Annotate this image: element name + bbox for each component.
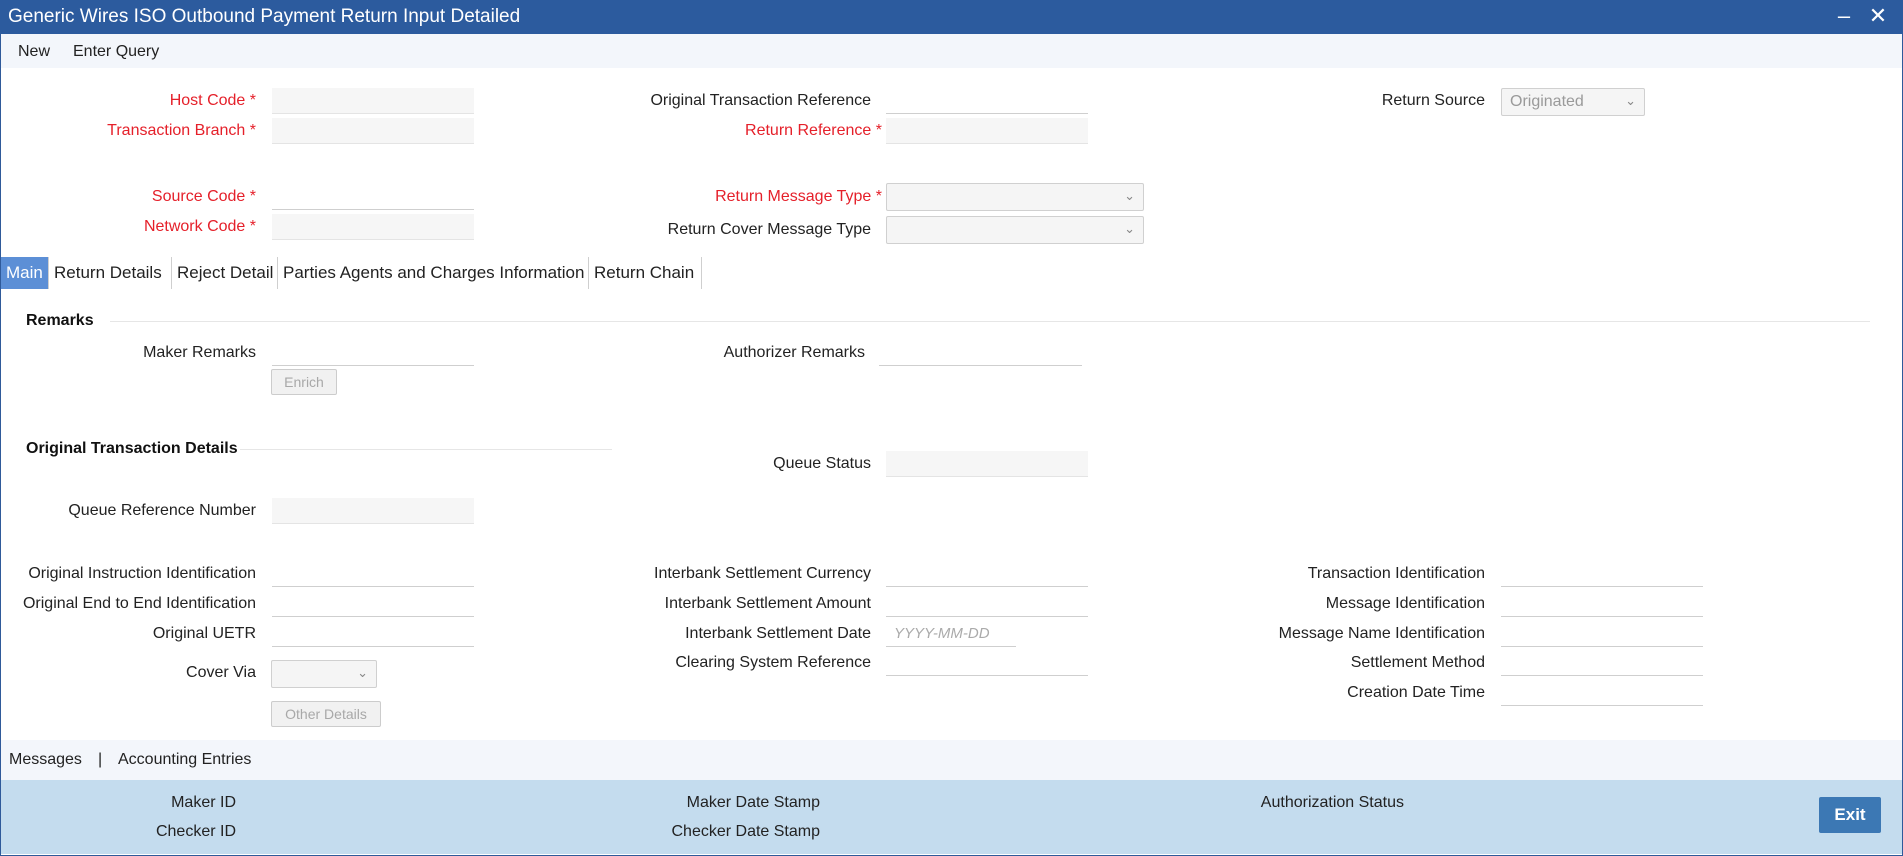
checker-id-label: Checker ID xyxy=(155,823,236,840)
checker-date-stamp-label: Checker Date Stamp xyxy=(671,823,820,840)
original-transaction-reference-label: Original Transaction Reference xyxy=(650,92,871,109)
chevron-down-icon: ⌄ xyxy=(1124,221,1135,236)
settlement-method-input[interactable] xyxy=(1501,650,1703,676)
title-bar: Generic Wires ISO Outbound Payment Retur… xyxy=(0,0,1903,34)
maker-remarks-label: Maker Remarks xyxy=(143,344,256,361)
clearing-system-reference-input[interactable] xyxy=(886,650,1088,676)
interbank-settlement-currency-label: Interbank Settlement Currency xyxy=(654,565,871,582)
authorization-status-label: Authorization Status xyxy=(1260,794,1404,811)
message-name-identification-label: Message Name Identification xyxy=(1278,625,1485,642)
chevron-down-icon: ⌄ xyxy=(357,665,368,680)
host-code-label: Host Code * xyxy=(169,92,256,109)
transaction-branch-label: Transaction Branch * xyxy=(107,122,256,139)
new-button[interactable]: New xyxy=(18,43,50,61)
clearing-system-reference-label: Clearing System Reference xyxy=(675,654,871,671)
link-separator: | xyxy=(98,751,103,768)
tab-main[interactable]: Main xyxy=(1,257,49,289)
creation-date-time-input[interactable] xyxy=(1501,680,1703,706)
queue-reference-number-label: Queue Reference Number xyxy=(68,502,256,519)
source-code-label: Source Code * xyxy=(151,188,256,205)
original-uetr-input[interactable] xyxy=(272,621,474,647)
host-code-input[interactable] xyxy=(272,88,474,114)
return-message-type-select[interactable]: ⌄ xyxy=(886,183,1144,211)
transaction-identification-label: Transaction Identification xyxy=(1307,565,1485,582)
interbank-settlement-amount-input[interactable] xyxy=(886,591,1088,617)
remarks-section-title: Remarks xyxy=(26,312,94,329)
window-title: Generic Wires ISO Outbound Payment Retur… xyxy=(8,6,521,27)
tab-return-details[interactable]: Return Details xyxy=(49,257,172,289)
original-transaction-details-title: Original Transaction Details xyxy=(26,440,238,457)
original-end-to-end-identification-label: Original End to End Identification xyxy=(22,595,256,612)
audit-footer: Maker ID Checker ID Maker Date Stamp Che… xyxy=(1,780,1902,854)
network-code-input[interactable] xyxy=(272,214,474,240)
chevron-down-icon: ⌄ xyxy=(1124,188,1135,203)
return-cover-message-type-select[interactable]: ⌄ xyxy=(886,216,1144,244)
queue-status-label: Queue Status xyxy=(773,455,871,472)
interbank-settlement-date-input[interactable]: YYYY-MM-DD xyxy=(886,621,1016,647)
interbank-settlement-amount-label: Interbank Settlement Amount xyxy=(664,595,871,612)
original-end-to-end-identification-input[interactable] xyxy=(272,591,474,617)
toolbar: New Enter Query xyxy=(1,34,1902,68)
settlement-method-label: Settlement Method xyxy=(1350,654,1485,671)
tab-return-chain[interactable]: Return Chain xyxy=(589,257,702,289)
section-divider xyxy=(240,449,612,450)
cover-via-select[interactable]: ⌄ xyxy=(271,660,377,688)
enrich-button[interactable]: Enrich xyxy=(271,369,337,395)
interbank-settlement-currency-input[interactable] xyxy=(886,561,1088,587)
authorizer-remarks-input[interactable] xyxy=(879,340,1082,366)
bottom-links-bar: Messages | Accounting Entries xyxy=(1,740,1902,780)
original-transaction-reference-input[interactable] xyxy=(886,88,1088,114)
return-source-select[interactable]: Originated ⌄ xyxy=(1501,88,1645,116)
source-code-input[interactable] xyxy=(272,184,474,210)
message-name-identification-input[interactable] xyxy=(1501,621,1703,647)
return-source-value: Originated xyxy=(1510,93,1584,110)
queue-status-input[interactable] xyxy=(886,451,1088,477)
message-identification-input[interactable] xyxy=(1501,591,1703,617)
other-details-button[interactable]: Other Details xyxy=(271,701,381,727)
maker-date-stamp-label: Maker Date Stamp xyxy=(686,794,820,811)
transaction-identification-input[interactable] xyxy=(1501,561,1703,587)
original-instruction-identification-input[interactable] xyxy=(272,561,474,587)
message-identification-label: Message Identification xyxy=(1325,595,1485,612)
maker-id-label: Maker ID xyxy=(171,794,236,811)
interbank-settlement-date-label: Interbank Settlement Date xyxy=(685,625,871,642)
return-reference-input[interactable] xyxy=(886,118,1088,144)
enter-query-button[interactable]: Enter Query xyxy=(73,43,159,61)
queue-reference-number-input[interactable] xyxy=(272,498,474,524)
cover-via-label: Cover Via xyxy=(186,664,256,681)
minimize-icon[interactable]: ‒ xyxy=(1832,4,1856,28)
maker-remarks-input[interactable] xyxy=(272,340,474,366)
return-cover-message-type-label: Return Cover Message Type xyxy=(667,221,871,238)
network-code-label: Network Code * xyxy=(143,218,256,235)
original-instruction-identification-label: Original Instruction Identification xyxy=(28,565,256,582)
messages-link[interactable]: Messages xyxy=(9,751,82,769)
tab-reject-detail[interactable]: Reject Detail xyxy=(172,257,278,289)
return-reference-label: Return Reference * xyxy=(745,122,882,139)
chevron-down-icon: ⌄ xyxy=(1625,93,1636,108)
return-message-type-label: Return Message Type * xyxy=(715,188,882,205)
original-uetr-label: Original UETR xyxy=(152,625,256,642)
close-icon[interactable]: ✕ xyxy=(1866,4,1890,28)
section-divider xyxy=(110,321,1870,322)
tab-parties-agents-charges[interactable]: Parties Agents and Charges Information xyxy=(278,257,589,289)
transaction-branch-input[interactable] xyxy=(272,118,474,144)
authorizer-remarks-label: Authorizer Remarks xyxy=(723,344,865,361)
return-source-label: Return Source xyxy=(1381,92,1485,109)
creation-date-time-label: Creation Date Time xyxy=(1347,684,1485,701)
exit-button[interactable]: Exit xyxy=(1819,797,1881,833)
accounting-entries-link[interactable]: Accounting Entries xyxy=(118,751,251,769)
